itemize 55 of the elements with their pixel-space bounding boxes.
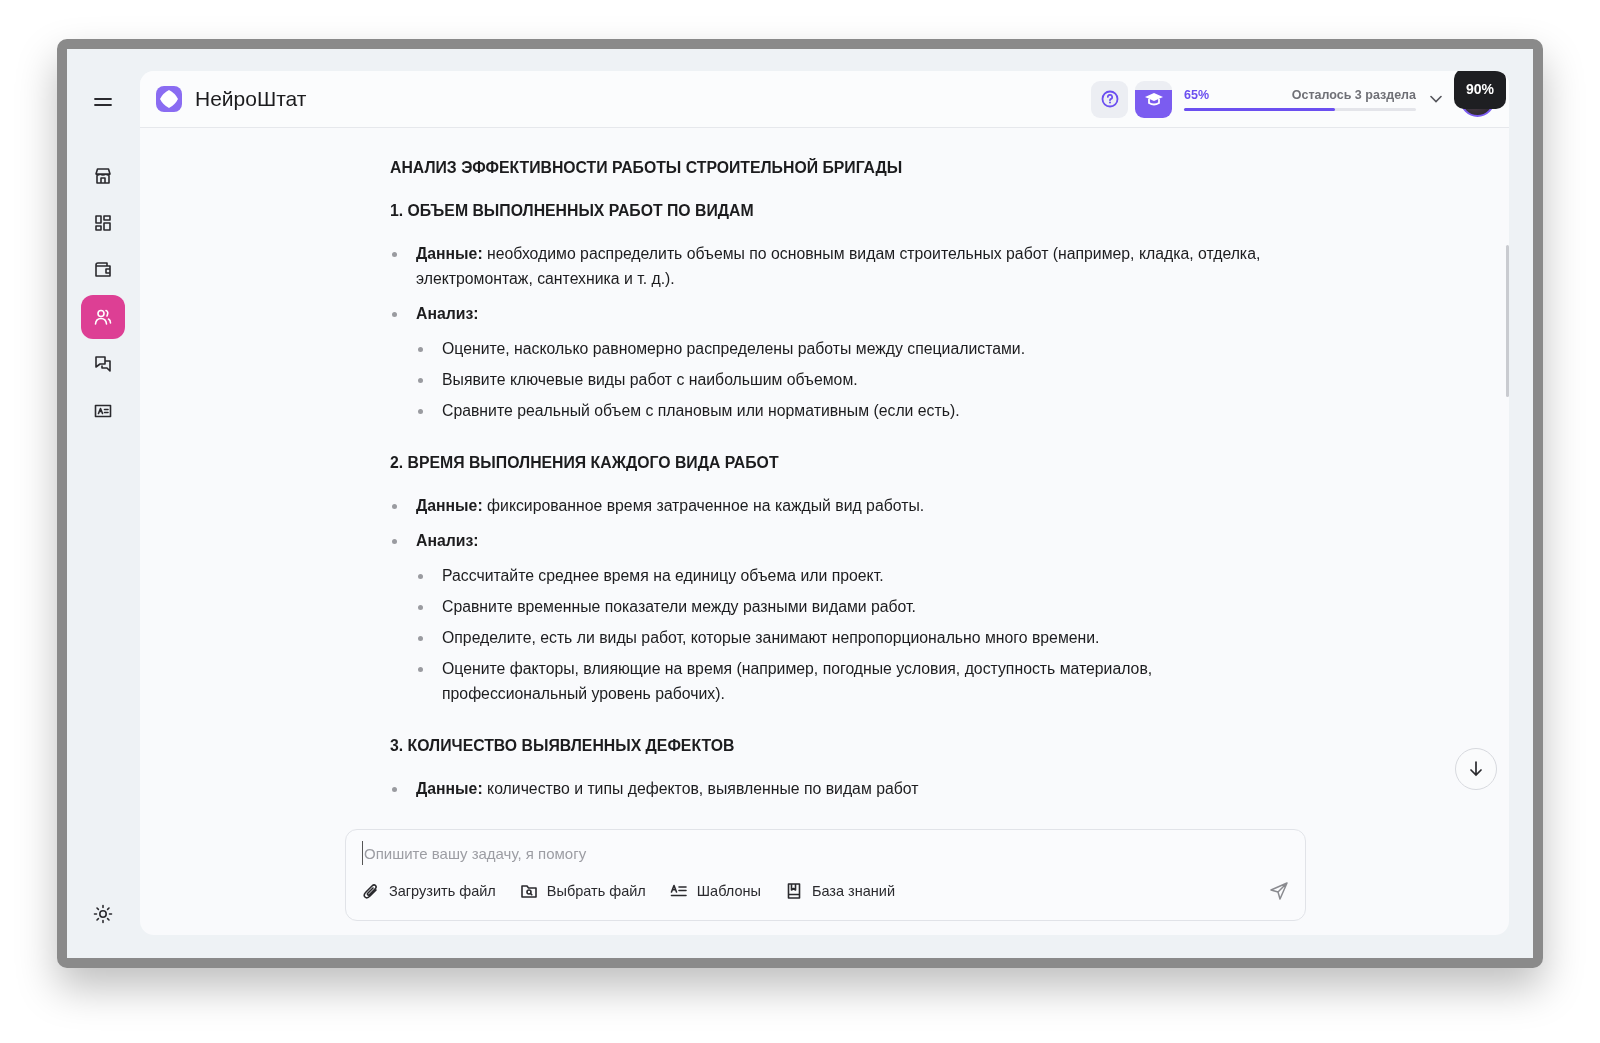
document-title: АНАЛИЗ ЭФФЕКТИВНОСТИ РАБОТЫ СТРОИТЕЛЬНОЙ БРИГАДЫ [390, 157, 904, 178]
bullet-icon [392, 787, 397, 792]
list-item-text: Оцените факторы, влияющие на время (например, погодные условия, доступность материалов, профессиональный уровень рабочих). [442, 659, 1154, 704]
bullet-icon [392, 539, 397, 544]
help-icon [1100, 90, 1119, 108]
bullet-icon [418, 378, 423, 383]
list-item-text: Данные: количество и типы дефектов, выявленные по видам работ [416, 779, 920, 799]
chevron-down-icon[interactable] [1430, 95, 1442, 103]
logo-icon [155, 85, 183, 113]
bullet-icon [418, 605, 423, 610]
bullet-icon [392, 504, 397, 509]
list-item-text: Рассчитайте среднее время на единицу объема или проект. [442, 566, 885, 586]
scroll-down-button[interactable] [1455, 748, 1497, 790]
chat-icon [93, 354, 113, 374]
paperclip-icon [362, 882, 380, 900]
sun-icon[interactable] [93, 904, 113, 924]
list-item-text: Оцените, насколько равномерно распределены работы между специалистами. [442, 339, 1027, 359]
help-button[interactable] [1091, 80, 1128, 118]
bullet-icon [392, 252, 397, 257]
tool-button[interactable]: Шаблоны [669, 882, 761, 900]
bullet-icon [418, 347, 423, 352]
list-item-text: Анализ: [416, 304, 480, 324]
tool-button[interactable]: База знаний [784, 882, 895, 900]
grid-icon [93, 213, 113, 233]
arrow-down-icon [1469, 761, 1483, 777]
section-heading: 3. КОЛИЧЕСТВО ВЫЯВЛЕННЫХ ДЕФЕКТОВ [390, 736, 736, 756]
scrollbar[interactable] [1506, 245, 1509, 397]
list-item-text: Выявите ключевые виды работ с наибольшим объемом. [442, 370, 859, 390]
tool-button[interactable]: Выбрать файл [519, 882, 646, 900]
tooltip: 90% [1453, 71, 1506, 109]
wallet-icon [93, 260, 113, 280]
section-heading: 2. ВРЕМЯ ВЫПОЛНЕНИЯ КАЖДОГО ВИДА РАБОТ [390, 453, 780, 473]
progress-percent: 65% [1184, 87, 1210, 102]
app-name: НейроШтат [195, 87, 307, 111]
list-item-text: Данные: фиксированное время затраченное на каждый вид работы. [416, 496, 926, 516]
list-item-text: Сравните реальный объем с плановым или нормативным (если есть). [442, 401, 961, 421]
message-input[interactable]: Опишите вашу задачу, я помогу [362, 841, 1291, 865]
course-button[interactable] [1135, 80, 1172, 118]
bullet-icon [418, 636, 423, 641]
bullet-icon [418, 409, 423, 414]
folder-icon [519, 882, 538, 900]
bullet-icon [418, 574, 423, 579]
store-icon [93, 166, 113, 186]
send-icon[interactable] [1269, 881, 1289, 901]
bullet-icon [418, 667, 423, 672]
list-item-text: Определите, есть ли виды работ, которые занимают непропорционально много времени. [442, 628, 1101, 648]
tool-button[interactable]: Загрузить файл [362, 882, 496, 900]
bullet-icon [392, 312, 397, 317]
list-item-text: Данные: необходимо распределить объемы по основным видам строительных работ (например, кладка, отделка, электромонтаж, сантехника и т. д.). [416, 244, 1262, 289]
list-item-text: Сравните временные показатели между разными видами работ. [442, 597, 917, 617]
people-icon [93, 307, 113, 327]
section-heading: 1. ОБЪЕМ ВЫПОЛНЕННЫХ РАБОТ ПО ВИДАМ [390, 201, 755, 221]
graduation-cap-icon [1143, 91, 1164, 107]
remaining-sections: Осталось 3 раздела [1291, 87, 1416, 102]
list-item-text: Анализ: [416, 531, 480, 551]
